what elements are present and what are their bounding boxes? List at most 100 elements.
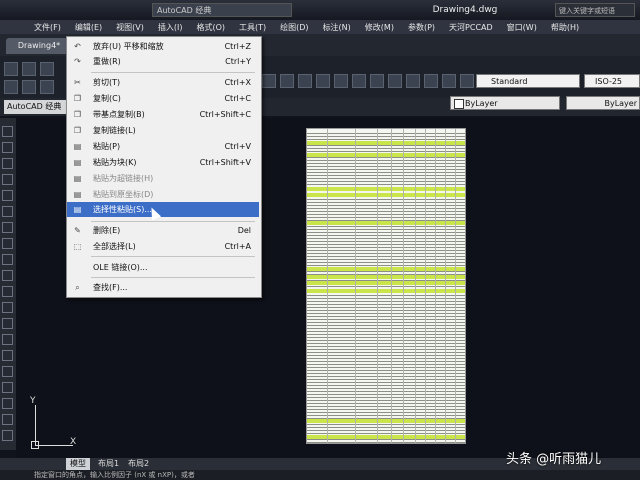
table-row [307,238,465,239]
table-row [307,439,465,440]
add-selected-icon[interactable] [2,430,13,441]
table-column-line [327,129,328,443]
menu-insert[interactable]: 插入(I) [158,22,183,33]
polyline-icon[interactable] [2,158,13,169]
table-row [307,412,465,413]
menu-item-paste-special[interactable]: ▤ 选择性粘贴(S)... [67,202,259,217]
menu-item-copy[interactable]: ❐ 复制(C) Ctrl+C [67,91,259,106]
rectangle-icon[interactable] [2,190,13,201]
dim-style-select[interactable]: ISO-25 [584,74,640,88]
menu-item-ole-links[interactable]: OLE 链接(O)... [67,260,259,275]
menu-item-redo[interactable]: ↷ 重做(R) Ctrl+Y [67,54,259,69]
menu-item-paste-block[interactable]: ▤ 粘贴为块(K) Ctrl+Shift+V [67,155,259,170]
mtext-icon[interactable] [2,414,13,425]
make-block-icon[interactable] [2,318,13,329]
new-icon[interactable] [4,62,18,76]
tab-drawing4[interactable]: Drawing4* [6,38,72,54]
tool-palette-icon[interactable] [370,74,384,88]
layer-color-select[interactable]: ByLayer [450,96,560,110]
publish-icon[interactable] [40,80,54,94]
sheet-set-icon[interactable] [388,74,402,88]
tab-layout2[interactable]: 布局2 [124,458,153,470]
pan-icon[interactable] [262,74,276,88]
spline-icon[interactable] [2,254,13,265]
menu-window[interactable]: 窗口(W) [507,22,537,33]
insert-block-icon[interactable] [2,302,13,313]
ellipse-icon[interactable] [2,270,13,281]
menu-item-undo[interactable]: ↶ 放弃(U) 平移和缩放 Ctrl+Z [67,39,259,54]
menu-view[interactable]: 视图(V) [116,22,144,33]
ucs-x-axis [35,445,73,446]
menu-edit[interactable]: 编辑(E) [75,22,102,33]
menu-separator [91,256,255,257]
zoom-window-icon[interactable] [298,74,312,88]
workspace-select[interactable]: AutoCAD 经典 [4,100,66,114]
table-row [307,334,465,335]
menu-parametric[interactable]: 参数(P) [408,22,435,33]
preview-icon[interactable] [22,80,36,94]
linetype-select[interactable]: ByLayer [566,96,640,110]
point-icon[interactable] [2,334,13,345]
save-icon[interactable] [40,62,54,76]
menu-modify[interactable]: 修改(M) [365,22,394,33]
open-icon[interactable] [22,62,36,76]
hatch-icon[interactable] [2,350,13,361]
line-icon[interactable] [2,126,13,137]
tab-layout1[interactable]: 布局1 [94,458,123,470]
menu-item-paste[interactable]: ▤ 粘贴(P) Ctrl+V [67,139,259,154]
table-row [307,442,465,443]
menu-item-cut[interactable]: ✂ 剪切(T) Ctrl+X [67,75,259,90]
search-input[interactable]: 键入关键字或短语 [555,3,635,17]
menu-pccad[interactable]: 天河PCCAD [449,22,493,33]
table-row [307,394,465,395]
menu-separator [91,221,255,222]
menu-item-select-all[interactable]: ⬚ 全部选择(L) Ctrl+A [67,239,259,254]
table-icon[interactable] [2,398,13,409]
drawing-table-sheet[interactable] [306,128,466,444]
region-icon[interactable] [2,382,13,393]
menu-tools[interactable]: 工具(T) [239,22,266,33]
help-icon[interactable] [442,74,456,88]
construction-line-icon[interactable] [2,142,13,153]
menu-dimension[interactable]: 标注(N) [323,22,351,33]
text-style-icon[interactable] [460,74,474,88]
properties-icon[interactable] [334,74,348,88]
zoom-realtime-icon[interactable] [280,74,294,88]
menu-item-find[interactable]: ⌕ 查找(F)... [67,280,259,295]
table-row [307,181,465,182]
table-row [307,328,465,329]
workspace-switcher[interactable]: AutoCAD 经典 [152,3,292,17]
design-center-icon[interactable] [352,74,366,88]
print-icon[interactable] [4,80,18,94]
menu-item-erase[interactable]: ✎ 删除(E) Del [67,223,259,238]
revcloud-icon[interactable] [2,238,13,249]
text-style-select[interactable]: Standard [476,74,580,88]
arc-icon[interactable] [2,206,13,217]
table-column-line [403,129,404,443]
menu-draw[interactable]: 绘图(D) [280,22,308,33]
redo-icon: ↷ [74,57,81,66]
cut-icon: ✂ [74,78,81,87]
table-row [307,433,465,434]
table-row [307,391,465,392]
menu-item-copy-link[interactable]: ❐ 复制链接(L) [67,123,259,138]
table-row [307,397,465,398]
menu-help[interactable]: 帮助(H) [551,22,579,33]
calculator-icon[interactable] [424,74,438,88]
table-row [307,364,465,365]
zoom-previous-icon[interactable] [316,74,330,88]
ellipse-arc-icon[interactable] [2,286,13,297]
table-row [307,175,465,176]
polygon-icon[interactable] [2,174,13,185]
markup-icon[interactable] [406,74,420,88]
menu-format[interactable]: 格式(O) [196,22,225,33]
menu-file[interactable]: 文件(F) [34,22,61,33]
table-row [307,370,465,371]
table-row [307,265,465,266]
command-line[interactable]: 指定窗口的角点，输入比例因子 (nX 或 nXP)，或者 [0,470,640,480]
circle-icon[interactable] [2,222,13,233]
tab-model[interactable]: 模型 [66,458,90,470]
table-row [307,259,465,260]
menu-item-copy-base[interactable]: ❐ 带基点复制(B) Ctrl+Shift+C [67,107,259,122]
gradient-icon[interactable] [2,366,13,377]
